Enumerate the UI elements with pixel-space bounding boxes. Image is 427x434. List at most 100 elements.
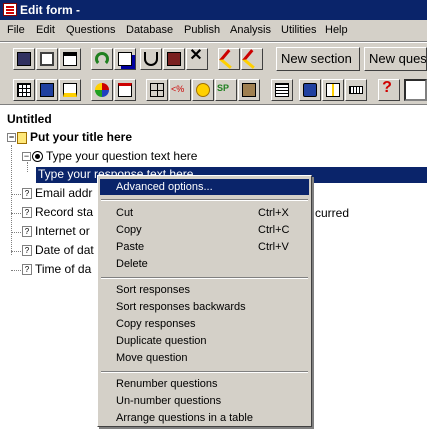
save-button[interactable]	[13, 48, 35, 70]
help-icon: ?	[382, 79, 392, 96]
tree-section[interactable]: − Put your title here	[7, 130, 132, 144]
column-icon	[326, 83, 340, 97]
grid-button[interactable]	[13, 79, 35, 101]
palette-button[interactable]	[91, 79, 113, 101]
toolbar-main: ✕ New section New ques	[0, 43, 427, 74]
menu-un-number-questions[interactable]: Un-number questions	[100, 393, 309, 409]
print-button[interactable]	[36, 48, 58, 70]
menu-item-label: Arrange questions in a table	[116, 412, 253, 424]
menu-sort-responses-backwards[interactable]: Sort responses backwards	[100, 299, 309, 315]
column-button[interactable]	[322, 79, 344, 101]
menu-arrange-questions-table[interactable]: Arrange questions in a table	[100, 410, 309, 426]
question-mark-icon: ?	[22, 245, 32, 257]
tree-item[interactable]: ? Internet or	[22, 224, 90, 238]
paint-icon	[196, 83, 210, 97]
table-button[interactable]	[59, 79, 81, 101]
undo-icon	[95, 52, 109, 66]
menu-edit[interactable]: Edit	[36, 24, 55, 36]
portrait-button[interactable]	[238, 79, 260, 101]
list-icon	[275, 83, 289, 97]
image-button[interactable]	[299, 79, 321, 101]
document-icon	[17, 131, 27, 144]
menu-copy-responses[interactable]: Copy responses	[100, 316, 309, 332]
menu-file[interactable]: File	[7, 24, 25, 36]
highlight-button[interactable]	[218, 48, 240, 70]
table-frame-button[interactable]	[146, 79, 168, 101]
menu-shortcut: Ctrl+V	[258, 241, 289, 253]
preview-icon	[63, 52, 77, 66]
tree-item[interactable]: ? Time of da	[22, 262, 91, 276]
toolbar-input[interactable]	[404, 79, 427, 101]
tree-question[interactable]: − Type your question text here	[22, 149, 197, 163]
database-icon	[40, 83, 54, 97]
menu-item-label: Advanced options...	[116, 181, 213, 193]
menu-questions[interactable]: Questions	[66, 24, 116, 36]
menu-item-label: Copy responses	[116, 318, 196, 330]
menu-publish[interactable]: Publish	[184, 24, 220, 36]
palette-icon	[95, 83, 109, 97]
delete-button[interactable]: ✕	[186, 48, 208, 70]
question-mark-icon: ?	[22, 188, 32, 200]
question-mark-icon: ?	[22, 226, 32, 238]
question-mark-icon: ?	[22, 207, 32, 219]
list-button[interactable]	[271, 79, 293, 101]
menu-paste[interactable]: Paste Ctrl+V	[100, 239, 309, 255]
radio-question-icon	[32, 151, 43, 163]
keyboard-icon	[349, 86, 363, 94]
collapse-icon[interactable]: −	[22, 152, 31, 162]
question-text: Type your question text here	[46, 149, 198, 163]
print-icon	[40, 52, 54, 66]
tree-item[interactable]: ? Record sta	[22, 205, 93, 219]
menu-cut[interactable]: Cut Ctrl+X	[100, 205, 309, 221]
menu-duplicate-question[interactable]: Duplicate question	[100, 333, 309, 349]
check-button[interactable]	[241, 48, 263, 70]
help-button[interactable]: ?	[378, 79, 400, 101]
menu-separator	[101, 199, 308, 201]
menu-utilities[interactable]: Utilities	[281, 24, 316, 36]
new-question-button[interactable]: New ques	[364, 47, 427, 71]
menu-help[interactable]: Help	[325, 24, 348, 36]
menu-copy[interactable]: Copy Ctrl+C	[100, 222, 309, 238]
window-title: Edit form -	[20, 3, 80, 17]
undo-button[interactable]	[91, 48, 113, 70]
copy-button[interactable]	[114, 48, 136, 70]
save-icon	[17, 52, 31, 66]
tree-item[interactable]: ? Email addr	[22, 186, 92, 200]
menu-database[interactable]: Database	[126, 24, 173, 36]
highlight-icon	[219, 49, 239, 69]
toolbar-secondary: <% SP ?	[0, 74, 427, 105]
collapse-icon[interactable]: −	[7, 133, 16, 143]
context-menu: Advanced options... Cut Ctrl+X Copy Ctrl+C…	[97, 175, 312, 427]
preview-button[interactable]	[59, 48, 81, 70]
new-section-button[interactable]: New section	[276, 47, 360, 71]
paste-button[interactable]	[163, 48, 185, 70]
cut-button[interactable]	[140, 48, 162, 70]
title-bar[interactable]: Edit form -	[0, 0, 427, 20]
menu-separator	[101, 371, 308, 373]
menu-sort-responses[interactable]: Sort responses	[100, 282, 309, 298]
tree-line	[11, 213, 21, 214]
tree-line	[11, 145, 12, 255]
menu-item-label: Paste	[116, 241, 145, 253]
keyboard-button[interactable]	[345, 79, 367, 101]
menu-shortcut: Ctrl+C	[258, 224, 290, 236]
spell-check-button[interactable]: SP	[215, 79, 237, 101]
tree-item-label: Time of da	[35, 262, 92, 276]
percent-button[interactable]: <%	[169, 79, 191, 101]
tree-item[interactable]: ? Date of dat	[22, 243, 94, 257]
menu-advanced-options[interactable]: Advanced options...	[100, 179, 309, 195]
check-icon	[242, 49, 262, 69]
menu-analysis[interactable]: Analysis	[230, 24, 271, 36]
form-button[interactable]	[114, 79, 136, 101]
menu-shortcut: Ctrl+X	[258, 207, 289, 219]
menu-move-question[interactable]: Move question	[100, 350, 309, 366]
menu-delete[interactable]: Delete	[100, 256, 309, 272]
database-button[interactable]	[36, 79, 58, 101]
cut-icon	[144, 52, 158, 66]
tree-item-label: Internet or	[35, 224, 90, 238]
tree-line	[11, 232, 21, 233]
menu-renumber-questions[interactable]: Renumber questions	[100, 376, 309, 392]
question-mark-icon: ?	[22, 264, 32, 276]
tree-root[interactable]: Untitled	[7, 112, 52, 126]
paint-button[interactable]	[192, 79, 214, 101]
